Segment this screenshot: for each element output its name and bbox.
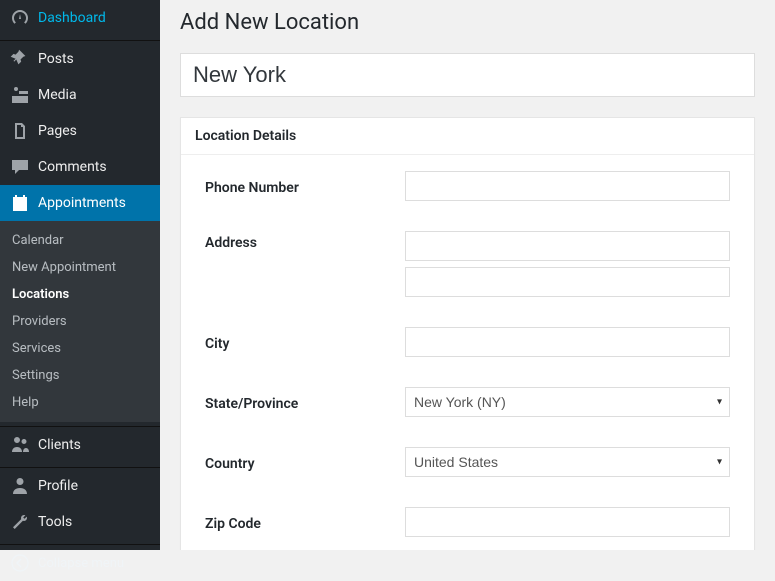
country-select[interactable]: United States [405, 447, 730, 477]
sidebar-item-appointments[interactable]: Appointments [0, 185, 160, 221]
page-title: Add New Location [180, 10, 755, 35]
main-content: Add New Location Location Details Phone … [160, 0, 775, 550]
sidebar-item-label: Clients [38, 437, 81, 453]
sidebar-item-label: Profile [38, 478, 78, 494]
profile-icon [10, 476, 30, 496]
clients-icon [10, 435, 30, 455]
collapse-label: Collapse menu [38, 556, 124, 571]
sidebar-item-label: Dashboard [38, 10, 106, 26]
state-label: State/Province [205, 392, 405, 412]
sidebar-item-comments[interactable]: Comments [0, 149, 160, 185]
submenu-item-locations[interactable]: Locations [0, 281, 160, 308]
sidebar-item-label: Tools [38, 514, 72, 530]
sidebar-item-tools[interactable]: Tools [0, 504, 160, 540]
sidebar-item-posts[interactable]: Posts [0, 41, 160, 77]
submenu-item-help[interactable]: Help [0, 389, 160, 416]
dashboard-icon [10, 8, 30, 28]
country-label: Country [205, 452, 405, 472]
location-name-input[interactable] [180, 53, 755, 97]
location-details-panel: Location Details Phone Number Address Ci… [180, 117, 755, 550]
city-input[interactable] [405, 327, 730, 357]
sidebar-item-label: Posts [38, 51, 74, 67]
pages-icon [10, 121, 30, 141]
sidebar-item-label: Comments [38, 159, 107, 175]
address2-input[interactable] [405, 267, 730, 297]
collapse-menu[interactable]: Collapse menu [0, 545, 160, 581]
sidebar-item-pages[interactable]: Pages [0, 113, 160, 149]
city-label: City [205, 332, 405, 352]
media-icon [10, 85, 30, 105]
submenu-item-providers[interactable]: Providers [0, 308, 160, 335]
panel-heading: Location Details [181, 118, 754, 155]
phone-input[interactable] [405, 171, 730, 201]
comment-icon [10, 157, 30, 177]
address1-input[interactable] [405, 231, 730, 261]
submenu-item-services[interactable]: Services [0, 335, 160, 362]
zip-label: Zip Code [205, 512, 405, 532]
sidebar-item-label: Media [38, 87, 77, 103]
sidebar-submenu: Calendar New Appointment Locations Provi… [0, 221, 160, 422]
sidebar-item-label: Pages [38, 123, 77, 139]
sidebar-item-media[interactable]: Media [0, 77, 160, 113]
submenu-item-calendar[interactable]: Calendar [0, 227, 160, 254]
state-select[interactable]: New York (NY) [405, 387, 730, 417]
sidebar-item-profile[interactable]: Profile [0, 468, 160, 504]
sidebar-item-label: Appointments [38, 195, 126, 211]
pin-icon [10, 49, 30, 69]
zip-input[interactable] [405, 507, 730, 537]
phone-label: Phone Number [205, 176, 405, 196]
tools-icon [10, 512, 30, 532]
submenu-item-settings[interactable]: Settings [0, 362, 160, 389]
address-label: Address [205, 231, 405, 251]
admin-sidebar: Dashboard Posts Media Pages Comments App… [0, 0, 160, 550]
sidebar-item-dashboard[interactable]: Dashboard [0, 0, 160, 36]
sidebar-item-clients[interactable]: Clients [0, 427, 160, 463]
collapse-icon [10, 553, 30, 573]
calendar-icon [10, 193, 30, 213]
submenu-item-new-appointment[interactable]: New Appointment [0, 254, 160, 281]
